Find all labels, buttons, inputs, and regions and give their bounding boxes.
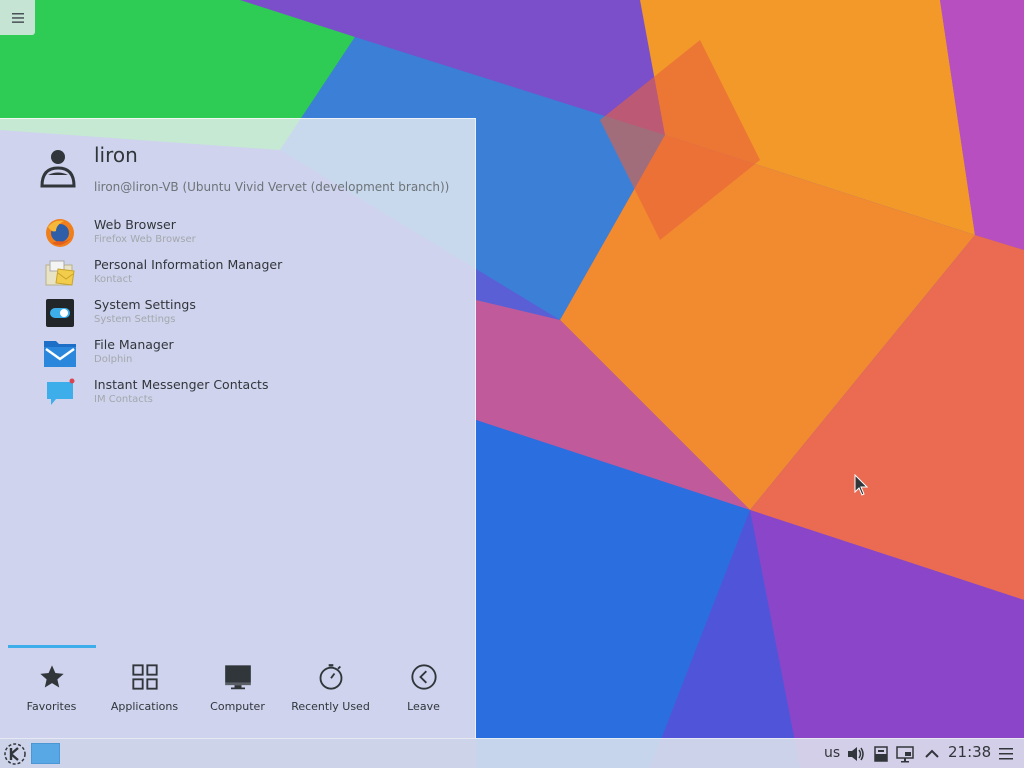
favorite-item-kontact[interactable]: Personal Information Manager Kontact (0, 255, 476, 295)
monitor-icon (225, 665, 251, 690)
tab-recently-used[interactable]: Recently Used (284, 659, 377, 719)
device-notifier-icon[interactable] (871, 744, 891, 764)
favorite-name: File Manager (94, 337, 174, 352)
favorite-desc: IM Contacts (94, 394, 153, 405)
taskbar-window-button[interactable] (31, 743, 60, 764)
favorite-desc: Kontact (94, 274, 132, 285)
star-icon (40, 665, 64, 688)
digital-clock[interactable]: 21:38 (948, 743, 991, 761)
tab-applications[interactable]: Applications (98, 659, 191, 719)
hamburger-menu-icon (11, 12, 24, 23)
user-host: liron@liron-VB (Ubuntu Vivid Vervet (dev… (94, 180, 450, 194)
favorite-name: Personal Information Manager (94, 257, 283, 272)
tab-label: Computer (210, 700, 265, 713)
tab-label: Leave (407, 700, 440, 713)
favorite-name: Instant Messenger Contacts (94, 377, 269, 392)
favorites-list: Web Browser Firefox Web Browser Personal… (0, 215, 476, 415)
tab-leave[interactable]: Leave (377, 659, 470, 719)
favorite-desc: Firefox Web Browser (94, 234, 196, 245)
kontact-icon (45, 260, 75, 286)
favorite-item-web-browser[interactable]: Web Browser Firefox Web Browser (0, 215, 476, 255)
system-settings-icon (46, 299, 74, 327)
favorite-item-file-manager[interactable]: File Manager Dolphin (0, 335, 476, 375)
clock-icon (319, 664, 343, 690)
grid-icon (132, 664, 158, 690)
favorite-name: System Settings (94, 297, 196, 312)
tab-favorites[interactable]: Favorites (5, 659, 98, 719)
favorite-desc: System Settings (94, 314, 176, 325)
kde-logo-icon[interactable] (3, 742, 27, 766)
favorite-item-system-settings[interactable]: System Settings System Settings (0, 295, 476, 335)
user-name: liron (94, 143, 138, 167)
tab-label: Applications (110, 700, 179, 713)
im-chat-icon (47, 378, 75, 405)
display-icon[interactable] (895, 744, 915, 764)
bottom-panel: us 21:38 (0, 738, 1024, 768)
tab-computer[interactable]: Computer (191, 659, 284, 719)
active-tab-indicator (8, 645, 96, 648)
tab-label: Favorites (26, 700, 77, 713)
firefox-icon (46, 219, 74, 247)
favorite-name: Web Browser (94, 217, 176, 232)
tab-label: Recently Used (291, 700, 370, 713)
desktop-toolbox-button[interactable] (0, 0, 35, 35)
panel-menu-icon[interactable] (997, 744, 1015, 764)
favorite-item-im-contacts[interactable]: Instant Messenger Contacts IM Contacts (0, 375, 476, 415)
launcher-tabs: Favorites Applications Computer Recently… (5, 659, 471, 719)
favorite-desc: Dolphin (94, 354, 133, 365)
volume-icon[interactable] (846, 744, 866, 764)
keyboard-layout[interactable]: us (824, 745, 840, 761)
dolphin-folder-icon (44, 341, 76, 367)
expand-tray-icon[interactable] (922, 744, 942, 764)
user-avatar-icon (40, 150, 76, 188)
arrow-left-circle-icon (411, 664, 437, 690)
mouse-cursor-icon (854, 474, 868, 496)
application-launcher: liron liron@liron-VB (Ubuntu Vivid Verve… (0, 118, 476, 738)
